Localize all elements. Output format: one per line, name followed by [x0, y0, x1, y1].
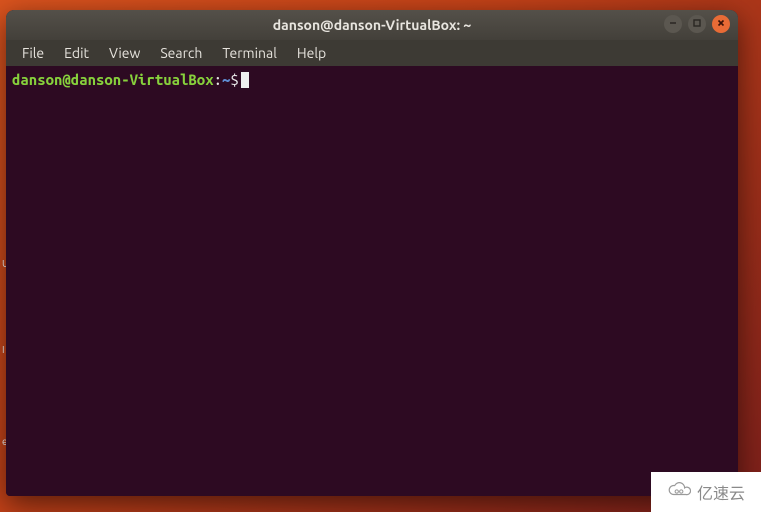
watermark: 亿速云: [651, 472, 761, 512]
cloud-icon: [667, 481, 691, 503]
prompt-separator: :: [214, 71, 222, 88]
close-icon: [716, 18, 726, 30]
maximize-icon: [692, 18, 702, 30]
window-controls: [664, 15, 730, 33]
menubar: File Edit View Search Terminal Help: [6, 40, 738, 66]
menu-help[interactable]: Help: [289, 42, 334, 64]
menu-view[interactable]: View: [101, 42, 148, 64]
menu-file[interactable]: File: [14, 42, 52, 64]
window-title: danson@danson-VirtualBox: ~: [273, 17, 471, 33]
terminal-body[interactable]: danson@danson-VirtualBox:~$: [6, 66, 738, 496]
prompt-user-host: danson@danson-VirtualBox: [12, 71, 214, 88]
menu-edit[interactable]: Edit: [56, 42, 97, 64]
prompt-line: danson@danson-VirtualBox:~$: [12, 70, 732, 90]
text-cursor: [241, 72, 249, 88]
menu-terminal[interactable]: Terminal: [214, 42, 285, 64]
titlebar[interactable]: danson@danson-VirtualBox: ~: [6, 10, 738, 40]
minimize-icon: [668, 18, 678, 30]
close-button[interactable]: [712, 15, 730, 33]
menu-search[interactable]: Search: [152, 42, 210, 64]
terminal-window: danson@danson-VirtualBox: ~: [6, 10, 738, 496]
watermark-text: 亿速云: [697, 480, 745, 504]
maximize-button[interactable]: [688, 15, 706, 33]
desktop-background: U I e danson@danson-VirtualBox: ~: [0, 0, 761, 512]
prompt-symbol: $: [230, 71, 238, 88]
minimize-button[interactable]: [664, 15, 682, 33]
